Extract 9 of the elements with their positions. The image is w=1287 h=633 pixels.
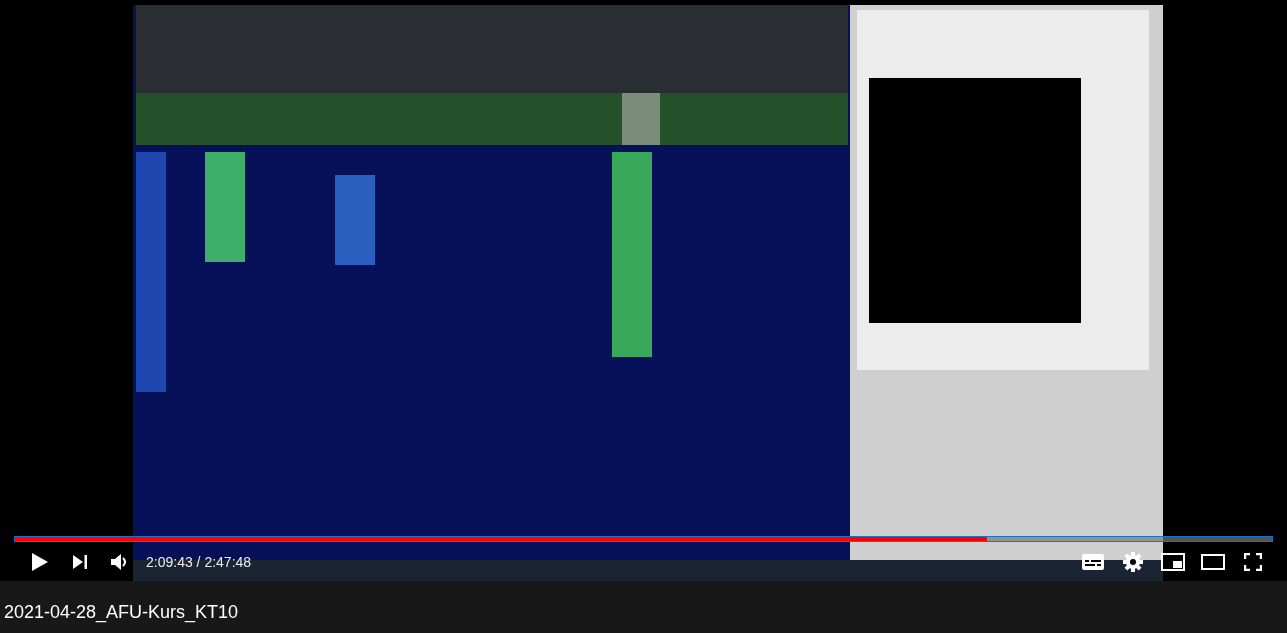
subtitles-icon (1082, 554, 1104, 570)
settings-icon (1123, 552, 1143, 572)
miniplayer-icon (1161, 553, 1185, 571)
fullscreen-icon (1244, 553, 1262, 571)
next-icon (72, 554, 88, 570)
theater-icon (1201, 554, 1225, 570)
play-icon (31, 552, 49, 572)
video-title: 2021-04-28_AFU-Kurs_KT10 (3, 601, 240, 623)
time-display: 2:09:43 / 2:47:48 (146, 554, 252, 570)
